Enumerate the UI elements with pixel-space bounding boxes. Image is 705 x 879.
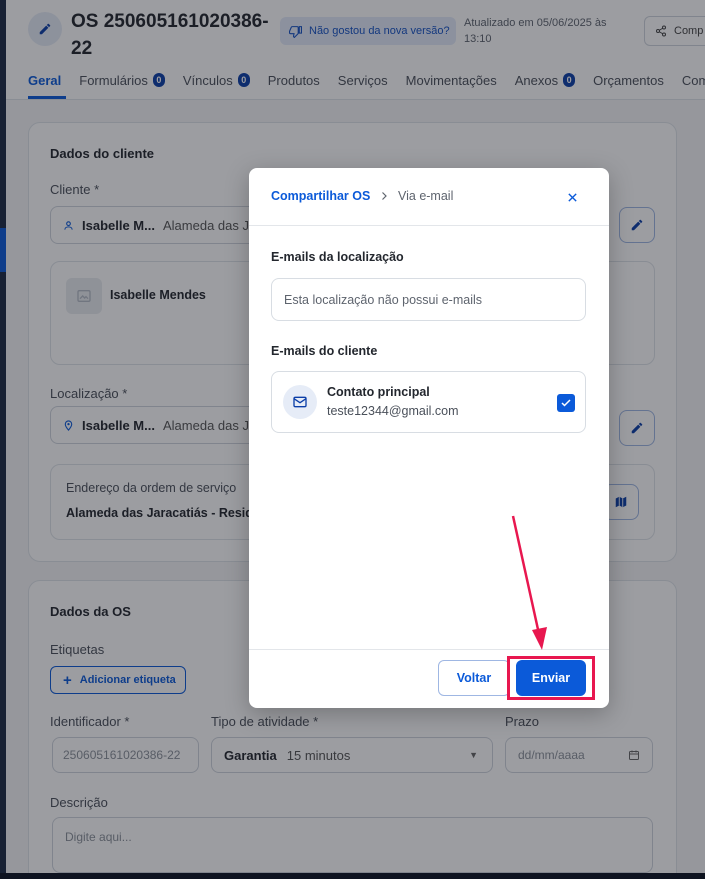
close-button[interactable]	[563, 188, 581, 206]
breadcrumb-share-os[interactable]: Compartilhar OS	[271, 189, 370, 203]
checkmark-icon	[561, 399, 571, 407]
mail-icon-wrapper	[283, 385, 317, 419]
location-emails-title: E-mails da localização	[271, 250, 404, 264]
breadcrumb-via-email: Via e-mail	[398, 189, 454, 203]
client-emails-title: E-mails do cliente	[271, 344, 378, 358]
close-icon	[567, 192, 577, 202]
mail-icon	[293, 396, 307, 408]
location-emails-empty: Esta localização não possui e-mails	[271, 278, 586, 321]
bottom-bar	[0, 873, 705, 879]
annotation-highlight-box	[507, 656, 595, 700]
contact-email: teste12344@gmail.com	[327, 404, 459, 418]
contact-email-item[interactable]: Contato principal teste12344@gmail.com	[271, 371, 586, 433]
back-button[interactable]: Voltar	[438, 660, 510, 696]
share-os-modal: Compartilhar OS Via e-mail E-mails da lo…	[249, 168, 609, 708]
chevron-right-icon	[382, 192, 387, 200]
contact-checkbox[interactable]	[557, 394, 575, 412]
contact-name: Contato principal	[327, 385, 430, 399]
modal-header: Compartilhar OS Via e-mail	[249, 168, 609, 226]
